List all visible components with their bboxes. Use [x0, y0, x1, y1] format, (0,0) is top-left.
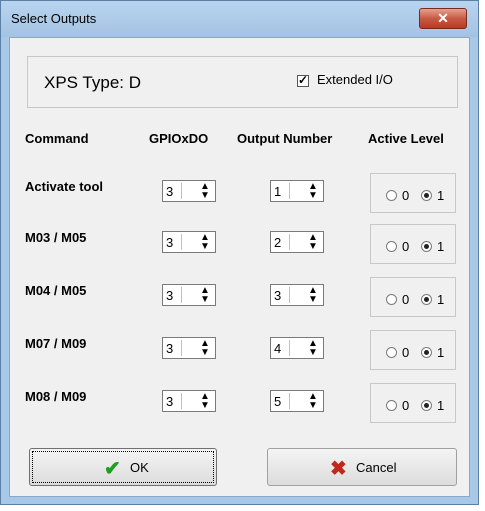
- radio-dot: [424, 193, 429, 198]
- up-down-arrow-icon[interactable]: ▲ ▼: [303, 392, 323, 411]
- spinner-divider: [181, 234, 182, 250]
- active-level-group: 01: [370, 330, 456, 370]
- radio-level-0[interactable]: [386, 347, 397, 358]
- spinner-value: 3: [166, 394, 174, 409]
- radio-label-0: 0: [402, 398, 410, 413]
- header-gpio: GPIOxDO: [149, 131, 209, 146]
- checkmark-icon: ✔: [104, 458, 121, 480]
- spinner-divider: [289, 234, 290, 250]
- gpio-spinner[interactable]: 3 ▲ ▼: [162, 180, 216, 202]
- radio-label-1: 1: [437, 239, 445, 254]
- up-down-arrow-icon[interactable]: ▲ ▼: [195, 286, 215, 305]
- radio-level-1[interactable]: [421, 400, 432, 411]
- spinner-value: 1: [274, 184, 282, 199]
- title-bar[interactable]: Select Outputs ✕: [1, 1, 478, 37]
- up-down-arrow-icon[interactable]: ▲ ▼: [303, 286, 323, 305]
- radio-level-0[interactable]: [386, 294, 397, 305]
- spinner-divider: [181, 393, 182, 409]
- output-number-spinner[interactable]: 2 ▲ ▼: [270, 231, 324, 253]
- radio-dot: [424, 297, 429, 302]
- radio-level-1[interactable]: [421, 347, 432, 358]
- spinner-divider: [289, 287, 290, 303]
- command-label: Activate tool: [25, 179, 104, 194]
- ok-button[interactable]: ✔ OK: [29, 448, 217, 486]
- header-command: Command: [25, 131, 89, 146]
- radio-label-1: 1: [437, 188, 445, 203]
- output-number-spinner[interactable]: 3 ▲ ▼: [270, 284, 324, 306]
- command-label: M03 / M05: [25, 230, 87, 245]
- extended-io-label: Extended I/O: [317, 72, 393, 87]
- radio-label-0: 0: [402, 239, 410, 254]
- spinner-value: 2: [274, 235, 282, 250]
- close-icon: ✕: [437, 10, 449, 26]
- up-down-arrow-icon[interactable]: ▲ ▼: [195, 392, 215, 411]
- spinner-value: 3: [274, 288, 282, 303]
- up-down-arrow-icon[interactable]: ▲ ▼: [303, 339, 323, 358]
- header-output-number: Output Number: [237, 131, 333, 146]
- output-number-spinner[interactable]: 4 ▲ ▼: [270, 337, 324, 359]
- up-down-arrow-icon[interactable]: ▲ ▼: [303, 233, 323, 252]
- up-down-arrow-icon[interactable]: ▲ ▼: [195, 182, 215, 201]
- spinner-divider: [181, 183, 182, 199]
- spinner-value: 3: [166, 235, 174, 250]
- xps-type-label: XPS Type: D: [44, 73, 142, 92]
- window-title: Select Outputs: [11, 11, 97, 26]
- radio-label-0: 0: [402, 188, 410, 203]
- header-active-level: Active Level: [368, 131, 444, 146]
- radio-label-1: 1: [437, 398, 445, 413]
- spinner-value: 3: [166, 341, 174, 356]
- radio-label-1: 1: [437, 345, 445, 360]
- radio-label-0: 0: [402, 345, 410, 360]
- x-icon: ✖: [330, 458, 347, 480]
- gpio-spinner[interactable]: 3 ▲ ▼: [162, 337, 216, 359]
- radio-dot: [424, 244, 429, 249]
- radio-level-0[interactable]: [386, 190, 397, 201]
- output-number-spinner[interactable]: 5 ▲ ▼: [270, 390, 324, 412]
- radio-level-0[interactable]: [386, 400, 397, 411]
- radio-level-1[interactable]: [421, 190, 432, 201]
- radio-level-0[interactable]: [386, 241, 397, 252]
- radio-dot: [424, 403, 429, 408]
- active-level-group: 01: [370, 224, 456, 264]
- dialog-window: Select Outputs ✕ XPS Type: D ✓ Extended …: [0, 0, 479, 505]
- up-down-arrow-icon[interactable]: ▲ ▼: [195, 233, 215, 252]
- cancel-label: Cancel: [356, 460, 397, 475]
- up-down-arrow-icon[interactable]: ▲ ▼: [303, 182, 323, 201]
- command-label: M07 / M09: [25, 336, 87, 351]
- checkbox-box[interactable]: ✓: [297, 73, 309, 87]
- spinner-divider: [289, 393, 290, 409]
- gpio-spinner[interactable]: 3 ▲ ▼: [162, 390, 216, 412]
- command-label: M08 / M09: [25, 389, 87, 404]
- active-level-group: 01: [370, 277, 456, 317]
- dialog-client-area: XPS Type: D ✓ Extended I/O Command GPIOx…: [9, 37, 470, 497]
- spinner-value: 3: [166, 184, 174, 199]
- radio-level-1[interactable]: [421, 294, 432, 305]
- gpio-spinner[interactable]: 3 ▲ ▼: [162, 284, 216, 306]
- spinner-value: 4: [274, 341, 282, 356]
- spinner-value: 3: [166, 288, 174, 303]
- command-label: M04 / M05: [25, 283, 87, 298]
- xps-type-group: XPS Type: D ✓ Extended I/O: [27, 56, 458, 108]
- radio-level-1[interactable]: [421, 241, 432, 252]
- ok-label: OK: [130, 460, 149, 475]
- radio-label-0: 0: [402, 292, 410, 307]
- output-number-spinner[interactable]: 1 ▲ ▼: [270, 180, 324, 202]
- check-icon: ✓: [298, 73, 309, 87]
- cancel-button[interactable]: ✖ Cancel: [267, 448, 457, 486]
- spinner-divider: [289, 340, 290, 356]
- spinner-divider: [181, 287, 182, 303]
- spinner-value: 5: [274, 394, 282, 409]
- active-level-group: 01: [370, 383, 456, 423]
- spinner-divider: [181, 340, 182, 356]
- close-button[interactable]: ✕: [419, 8, 467, 29]
- gpio-spinner[interactable]: 3 ▲ ▼: [162, 231, 216, 253]
- radio-dot: [424, 350, 429, 355]
- active-level-group: 01: [370, 173, 456, 213]
- radio-label-1: 1: [437, 292, 445, 307]
- up-down-arrow-icon[interactable]: ▲ ▼: [195, 339, 215, 358]
- spinner-divider: [289, 183, 290, 199]
